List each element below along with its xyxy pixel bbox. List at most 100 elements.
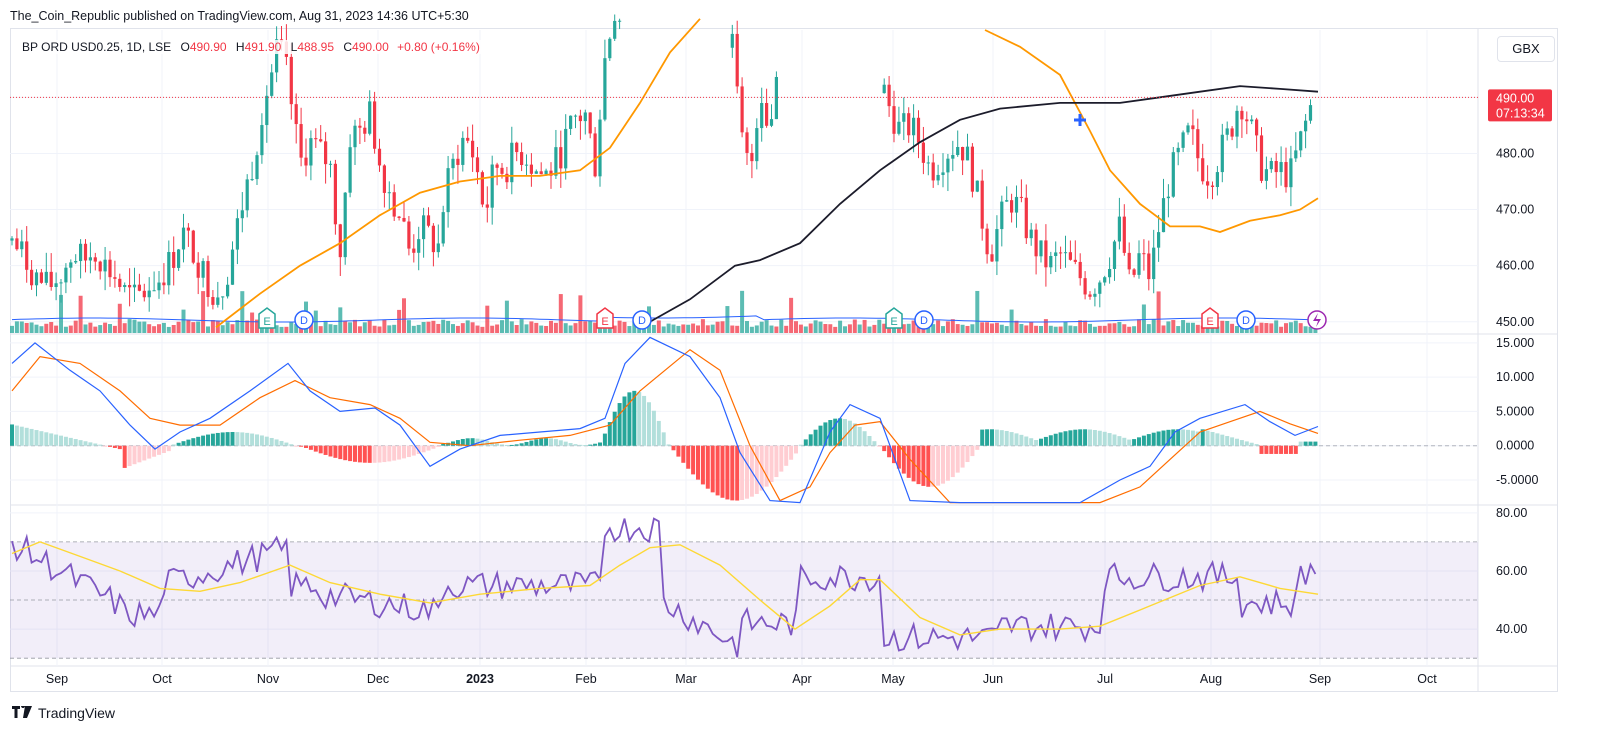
volume-bar xyxy=(1019,323,1024,333)
candle-body xyxy=(760,103,764,129)
macd-histogram-bar xyxy=(828,420,833,446)
volume-bar xyxy=(627,326,632,333)
macd-histogram-bar xyxy=(774,445,779,478)
chart-canvas[interactable]: E D E D E D E D 450.00 460.00 470.00 480.00 15.000 1… xyxy=(0,0,1600,747)
macd-histogram-bar xyxy=(882,445,887,452)
volume-bar xyxy=(862,319,867,333)
candle-body xyxy=(475,157,480,173)
macd-histogram-bar xyxy=(1176,429,1181,446)
macd-histogram-bar xyxy=(642,395,647,446)
candle-body xyxy=(128,285,132,288)
volume-bar xyxy=(441,319,446,333)
candle-body xyxy=(309,138,313,166)
candle-body xyxy=(270,72,274,96)
candle-body xyxy=(936,174,940,181)
candle-body xyxy=(1196,129,1200,159)
candle-body xyxy=(1235,110,1239,137)
candle-body xyxy=(1284,162,1288,188)
candle-body xyxy=(1098,282,1102,294)
volume-bar xyxy=(318,326,323,333)
candle-body xyxy=(1029,229,1033,239)
candle-body xyxy=(1299,131,1303,151)
macd-histogram-bar xyxy=(210,433,215,446)
macd-histogram-bar xyxy=(872,441,877,446)
candle-body xyxy=(1014,196,1019,213)
volume-bar xyxy=(181,309,186,333)
macd-histogram-bar xyxy=(83,441,88,446)
macd-histogram-bar xyxy=(955,445,960,473)
candle-body xyxy=(740,86,744,133)
candle-body xyxy=(1259,135,1264,181)
macd-histogram-bar xyxy=(725,445,730,500)
macd-histogram-bar xyxy=(176,442,181,446)
volume-bar xyxy=(338,307,343,333)
candle-body xyxy=(578,115,582,122)
macd-histogram-bar xyxy=(397,445,402,460)
candle-body xyxy=(1264,169,1268,181)
candle-body xyxy=(1010,200,1014,213)
macd-histogram-bar xyxy=(196,436,201,446)
candle-body xyxy=(916,117,921,143)
macd-histogram-bar xyxy=(779,445,784,472)
rsi-tick-label: 40.00 xyxy=(1496,622,1527,636)
macd-histogram-bar xyxy=(34,430,39,446)
candle-body xyxy=(520,152,524,166)
volume-bars xyxy=(10,290,1318,333)
volume-bar xyxy=(411,325,416,333)
volume-bar xyxy=(1171,320,1176,333)
candle-body xyxy=(79,243,83,262)
macd-tick-label: -5.0000 xyxy=(1496,473,1538,487)
candle-body xyxy=(1044,240,1048,268)
close-value: 490.00 xyxy=(352,40,389,54)
volume-bar xyxy=(960,324,965,333)
volume-bar xyxy=(847,324,852,333)
volume-bar xyxy=(1112,323,1117,333)
candle-body xyxy=(15,238,19,250)
macd-histogram-bar xyxy=(49,433,54,446)
candle-body xyxy=(769,119,774,126)
macd-histogram-bar xyxy=(1137,437,1141,446)
macd-histogram-bar xyxy=(1244,441,1249,446)
volume-bar xyxy=(362,322,367,333)
volume-bar xyxy=(1058,326,1063,333)
volume-bar xyxy=(808,323,813,333)
candle-body xyxy=(123,285,127,288)
volume-bar xyxy=(553,322,558,333)
candle-body xyxy=(1000,201,1004,230)
volume-bar xyxy=(39,326,44,333)
macd-histogram-bar xyxy=(877,445,882,447)
candle-body xyxy=(985,228,989,255)
volume-bar xyxy=(549,320,553,333)
volume-bar xyxy=(1092,326,1097,333)
symbol-name[interactable]: BP ORD USD0.25, 1D, LSE xyxy=(22,40,171,54)
macd-tick-label: 15.000 xyxy=(1496,336,1534,350)
volume-bar xyxy=(735,325,740,333)
volume-bar xyxy=(994,322,999,333)
macd-histogram-bar xyxy=(1274,445,1279,454)
macd-histogram-bar xyxy=(68,437,73,446)
currency-button[interactable]: GBX xyxy=(1497,36,1555,62)
volume-bar xyxy=(769,325,774,333)
close-label: C xyxy=(343,40,353,54)
macd-histogram-bar xyxy=(544,438,549,446)
volume-bar xyxy=(1029,321,1034,333)
earnings-marker-icon: E xyxy=(1201,307,1219,329)
tradingview-logo[interactable]: TradingView xyxy=(12,703,115,721)
macd-histogram-bar xyxy=(583,445,588,447)
candle-body xyxy=(995,229,999,262)
candle-body xyxy=(735,33,739,87)
candle-body xyxy=(260,125,264,156)
candle-body xyxy=(573,115,578,117)
candle-body xyxy=(750,152,754,162)
volume-bar xyxy=(833,326,838,333)
candle-body xyxy=(480,172,484,205)
candle-body xyxy=(142,290,146,298)
candle-body xyxy=(1034,229,1038,257)
candle-body xyxy=(30,269,34,286)
volume-bar xyxy=(201,291,206,333)
volume-bar xyxy=(852,319,857,333)
price-axis: 450.00 460.00 470.00 480.00 15.000 10.000 5.00… xyxy=(1496,146,1538,636)
macd-histogram-bar xyxy=(1303,441,1308,446)
macd-histogram-bar xyxy=(1284,445,1288,454)
macd-histogram-bar xyxy=(294,445,299,447)
